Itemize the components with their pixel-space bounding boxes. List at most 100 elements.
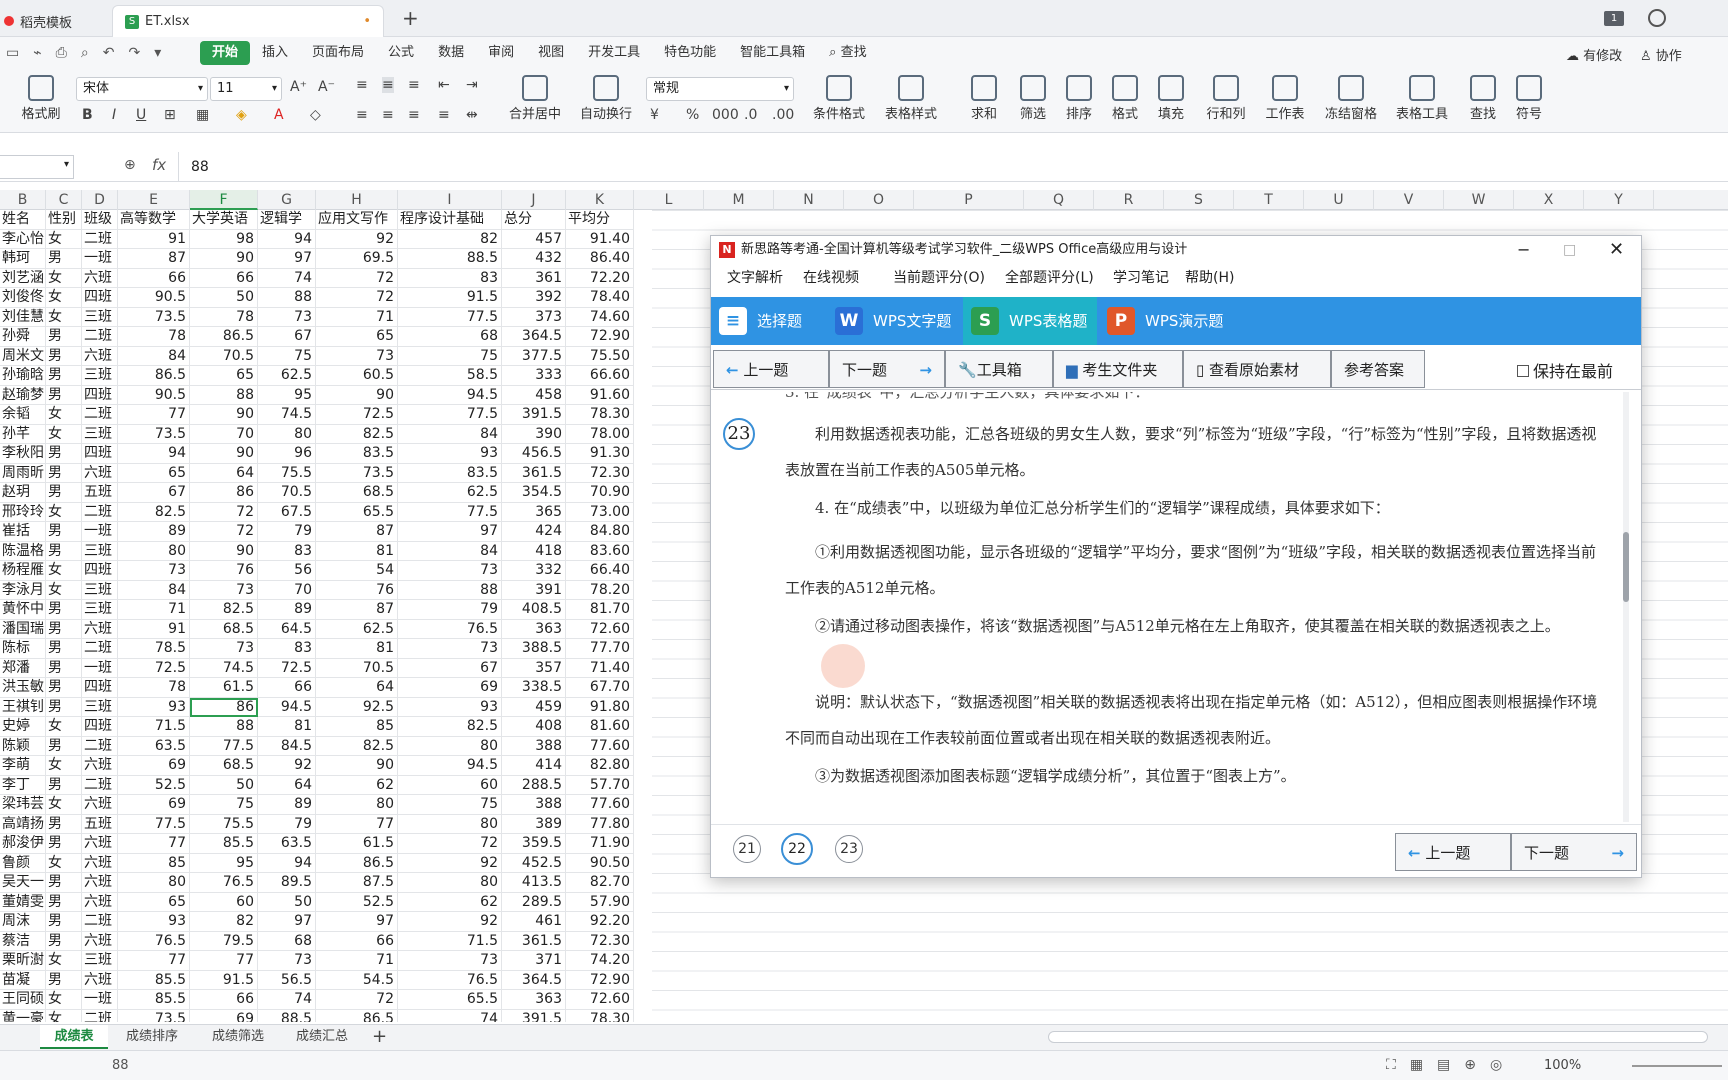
cell[interactable]: 92	[398, 912, 502, 932]
qat-dropdown-icon[interactable]: ▾	[154, 45, 161, 61]
cell[interactable]: 潘国瑞	[0, 619, 46, 639]
cell[interactable]: 74.20	[566, 951, 634, 971]
cell[interactable]: 91	[118, 229, 190, 249]
cell[interactable]: 吴天一	[0, 873, 46, 893]
cell[interactable]: 85.5	[190, 834, 258, 854]
cell[interactable]: 95	[190, 853, 258, 873]
cell[interactable]: 65	[118, 463, 190, 483]
cell[interactable]: 79	[258, 814, 316, 834]
cell[interactable]: 80	[398, 736, 502, 756]
cell[interactable]: 93	[118, 912, 190, 932]
cell[interactable]: 六班	[82, 892, 118, 912]
cell[interactable]: 六班	[82, 873, 118, 893]
cell[interactable]: 418	[502, 541, 566, 561]
cell[interactable]: 72.60	[566, 990, 634, 1010]
cell[interactable]: 371	[502, 951, 566, 971]
cell[interactable]: 黄一豪	[0, 1009, 46, 1022]
cell[interactable]: 68	[258, 931, 316, 951]
cell[interactable]: 69.5	[316, 249, 398, 269]
cell[interactable]: 蔡洁	[0, 931, 46, 951]
align-right-icon[interactable]: ≡	[408, 107, 420, 123]
cell[interactable]: 90	[190, 249, 258, 269]
spreadsheet-grid[interactable]: 姓名 性别 班级 高等数学 大学英语 逻辑学 应用文写作 程序设计基础 总分 平均分 李心怡女二班 9…	[0, 210, 652, 1022]
cell[interactable]: 80	[398, 873, 502, 893]
cell[interactable]: 64	[258, 775, 316, 795]
cell[interactable]: 78.5	[118, 639, 190, 659]
window-count-icon[interactable]: 1	[1604, 11, 1624, 26]
cell[interactable]: 64	[316, 678, 398, 698]
cell[interactable]: 86.5	[316, 1009, 398, 1022]
cell[interactable]: 71.40	[566, 658, 634, 678]
cell[interactable]: 董婧雯	[0, 892, 46, 912]
cell[interactable]: 91.60	[566, 385, 634, 405]
cell[interactable]: 288.5	[502, 775, 566, 795]
cell[interactable]: 76.5	[190, 873, 258, 893]
cell[interactable]: 75	[258, 346, 316, 366]
merge-center-button[interactable]: 合并居中	[504, 75, 566, 122]
cell[interactable]: 67.70	[566, 678, 634, 698]
cell[interactable]: 李秋阳	[0, 444, 46, 464]
cell[interactable]: 388	[502, 795, 566, 815]
checkbox-icon[interactable]	[1517, 365, 1529, 377]
sheet-tab-summary[interactable]: 成绩汇总	[284, 1025, 360, 1049]
type-choice[interactable]: ≡ 选择题	[711, 297, 827, 345]
bold-icon[interactable]: B	[82, 107, 93, 123]
formula-input[interactable]: 88	[178, 152, 1728, 182]
cell[interactable]: 二班	[82, 502, 118, 522]
cell[interactable]: 74	[258, 990, 316, 1010]
decrease-font-icon[interactable]: A⁻	[318, 79, 335, 95]
cell[interactable]: 76	[190, 561, 258, 581]
cell[interactable]: 韩珂	[0, 249, 46, 269]
cell[interactable]: 66	[190, 268, 258, 288]
menu-review[interactable]: 审阅	[476, 41, 526, 65]
cell[interactable]: 刘佳慧	[0, 307, 46, 327]
cell[interactable]: 男	[46, 892, 82, 912]
cell[interactable]: 81.60	[566, 717, 634, 737]
column-header[interactable]: E	[118, 190, 190, 210]
cell[interactable]: 四班	[82, 717, 118, 737]
cell[interactable]: 94.5	[398, 756, 502, 776]
type-wps-writer[interactable]: W WPS文字题	[827, 297, 961, 345]
align-center-icon[interactable]: ≡	[382, 107, 394, 123]
distributed-icon[interactable]: ⇹	[466, 107, 478, 123]
column-header[interactable]: J	[502, 190, 566, 210]
cell[interactable]: 男	[46, 931, 82, 951]
cell[interactable]: 85.5	[118, 970, 190, 990]
cell[interactable]: 74.5	[258, 405, 316, 425]
cell[interactable]: 57.70	[566, 775, 634, 795]
cell[interactable]: 72	[316, 990, 398, 1010]
filter-button[interactable]: 筛选	[1012, 75, 1054, 122]
cell[interactable]: 388	[502, 736, 566, 756]
cell[interactable]: 二班	[82, 229, 118, 249]
cell[interactable]: 78.20	[566, 580, 634, 600]
cell[interactable]: 三班	[82, 541, 118, 561]
cell[interactable]: 男	[46, 444, 82, 464]
cell[interactable]: 365	[502, 502, 566, 522]
page-23[interactable]: 23	[835, 835, 863, 863]
cell[interactable]: 66.60	[566, 366, 634, 386]
cell[interactable]: 六班	[82, 268, 118, 288]
save-icon[interactable]: ▭	[6, 45, 19, 61]
cell[interactable]: 史婷	[0, 717, 46, 737]
cell[interactable]: 男	[46, 541, 82, 561]
cell[interactable]: 86.5	[118, 366, 190, 386]
cell[interactable]: 一班	[82, 249, 118, 269]
justify-icon[interactable]: ≡	[438, 107, 450, 123]
format-button[interactable]: 格式	[1104, 75, 1146, 122]
fullscreen-icon[interactable]: ⛶	[1386, 1057, 1396, 1073]
cell[interactable]: 男	[46, 697, 82, 717]
cell[interactable]: 72.60	[566, 619, 634, 639]
cell[interactable]: 周雨昕	[0, 463, 46, 483]
cell[interactable]: 76.5	[118, 931, 190, 951]
cell[interactable]: 50	[258, 892, 316, 912]
cell[interactable]: 90	[316, 756, 398, 776]
cell[interactable]: 77.5	[398, 307, 502, 327]
cell[interactable]: 92	[258, 756, 316, 776]
cell[interactable]: 邢玲玲	[0, 502, 46, 522]
cell[interactable]: 57.90	[566, 892, 634, 912]
cell[interactable]: 62	[398, 892, 502, 912]
cell[interactable]: 男	[46, 600, 82, 620]
cell[interactable]: 72.90	[566, 327, 634, 347]
cell[interactable]: 郝浚伊	[0, 834, 46, 854]
column-header[interactable]: T	[1234, 190, 1304, 210]
